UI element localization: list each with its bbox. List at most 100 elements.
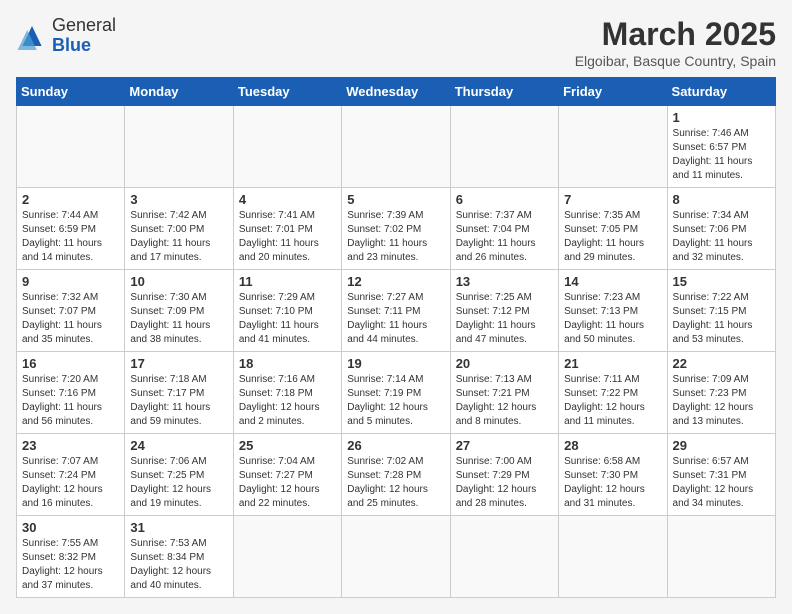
day-cell <box>342 106 450 188</box>
day-number: 14 <box>564 274 661 289</box>
day-cell <box>559 516 667 598</box>
day-info: Sunrise: 7:29 AM Sunset: 7:10 PM Dayligh… <box>239 291 336 347</box>
day-number: 30 <box>22 520 119 535</box>
day-cell: 24Sunrise: 7:06 AM Sunset: 7:25 PM Dayli… <box>125 434 233 516</box>
day-cell <box>559 106 667 188</box>
day-number: 26 <box>347 438 444 453</box>
location: Elgoibar, Basque Country, Spain <box>575 53 776 69</box>
logo-text: General Blue <box>52 16 116 56</box>
day-info: Sunrise: 7:18 AM Sunset: 7:17 PM Dayligh… <box>130 373 227 429</box>
weekday-header-row: SundayMondayTuesdayWednesdayThursdayFrid… <box>17 78 776 106</box>
weekday-header-friday: Friday <box>559 78 667 106</box>
day-number: 19 <box>347 356 444 371</box>
day-cell: 29 Sunrise: 6:57 AM Sunset: 7:31 PM Dayli… <box>667 434 775 516</box>
day-info: Sunrise: 7:20 AM Sunset: 7:16 PM Dayligh… <box>22 373 119 429</box>
day-number: 25 <box>239 438 336 453</box>
day-number: 6 <box>456 192 553 207</box>
day-cell: 26 Sunrise: 7:02 AM Sunset: 7:28 PM Dayli… <box>342 434 450 516</box>
day-number: 24 <box>130 438 227 453</box>
day-info: Sunrise: 7:41 AM Sunset: 7:01 PM Dayligh… <box>239 209 336 265</box>
day-info: Sunrise: 7:39 AM Sunset: 7:02 PM Dayligh… <box>347 209 444 265</box>
day-cell: 1Sunrise: 7:46 AM Sunset: 6:57 PM Daylig… <box>667 106 775 188</box>
day-number: 7 <box>564 192 661 207</box>
week-row-1: 1Sunrise: 7:46 AM Sunset: 6:57 PM Daylig… <box>17 106 776 188</box>
day-number: 27 <box>456 438 553 453</box>
day-number: 15 <box>673 274 770 289</box>
day-number: 21 <box>564 356 661 371</box>
day-cell <box>667 516 775 598</box>
day-info: Sunrise: 7:14 AM Sunset: 7:19 PM Dayligh… <box>347 373 444 429</box>
day-info: Sunrise: 7:09 AM Sunset: 7:23 PM Dayligh… <box>673 373 770 429</box>
day-number: 8 <box>673 192 770 207</box>
day-cell: 18 Sunrise: 7:16 AM Sunset: 7:18 PM Dayli… <box>233 352 341 434</box>
weekday-header-monday: Monday <box>125 78 233 106</box>
day-info: Sunrise: 7:07 AM Sunset: 7:24 PM Dayligh… <box>22 455 119 511</box>
day-info: Sunrise: 7:02 AM Sunset: 7:28 PM Dayligh… <box>347 455 444 511</box>
day-cell: 3 Sunrise: 7:42 AM Sunset: 7:00 PM Daylig… <box>125 188 233 270</box>
day-cell: 12 Sunrise: 7:27 AM Sunset: 7:11 PM Dayli… <box>342 270 450 352</box>
day-cell: 14 Sunrise: 7:23 AM Sunset: 7:13 PM Dayli… <box>559 270 667 352</box>
week-row-5: 23 Sunrise: 7:07 AM Sunset: 7:24 PM Dayli… <box>17 434 776 516</box>
logo-blue: Blue <box>52 35 91 55</box>
day-cell: 2 Sunrise: 7:44 AM Sunset: 6:59 PM Daylig… <box>17 188 125 270</box>
day-cell: 7 Sunrise: 7:35 AM Sunset: 7:05 PM Daylig… <box>559 188 667 270</box>
day-number: 18 <box>239 356 336 371</box>
day-info: Sunrise: 7:44 AM Sunset: 6:59 PM Dayligh… <box>22 209 119 265</box>
day-number: 22 <box>673 356 770 371</box>
day-cell: 11 Sunrise: 7:29 AM Sunset: 7:10 PM Dayli… <box>233 270 341 352</box>
day-number: 16 <box>22 356 119 371</box>
month-year: March 2025 <box>575 16 776 53</box>
day-cell: 5Sunrise: 7:39 AM Sunset: 7:02 PM Daylig… <box>342 188 450 270</box>
day-number: 1 <box>673 110 770 125</box>
week-row-3: 9Sunrise: 7:32 AM Sunset: 7:07 PM Daylig… <box>17 270 776 352</box>
day-cell: 4Sunrise: 7:41 AM Sunset: 7:01 PM Daylig… <box>233 188 341 270</box>
day-info: Sunrise: 7:53 AM Sunset: 8:34 PM Dayligh… <box>130 537 227 593</box>
day-number: 11 <box>239 274 336 289</box>
day-cell: 21Sunrise: 7:11 AM Sunset: 7:22 PM Dayli… <box>559 352 667 434</box>
day-info: Sunrise: 7:32 AM Sunset: 7:07 PM Dayligh… <box>22 291 119 347</box>
day-cell: 30Sunrise: 7:55 AM Sunset: 8:32 PM Dayli… <box>17 516 125 598</box>
day-cell <box>233 106 341 188</box>
week-row-2: 2 Sunrise: 7:44 AM Sunset: 6:59 PM Daylig… <box>17 188 776 270</box>
weekday-header-thursday: Thursday <box>450 78 558 106</box>
day-cell: 28Sunrise: 6:58 AM Sunset: 7:30 PM Dayli… <box>559 434 667 516</box>
day-number: 10 <box>130 274 227 289</box>
day-number: 3 <box>130 192 227 207</box>
day-info: Sunrise: 7:23 AM Sunset: 7:13 PM Dayligh… <box>564 291 661 347</box>
day-info: Sunrise: 7:30 AM Sunset: 7:09 PM Dayligh… <box>130 291 227 347</box>
day-cell: 27Sunrise: 7:00 AM Sunset: 7:29 PM Dayli… <box>450 434 558 516</box>
day-number: 23 <box>22 438 119 453</box>
day-number: 2 <box>22 192 119 207</box>
day-info: Sunrise: 7:16 AM Sunset: 7:18 PM Dayligh… <box>239 373 336 429</box>
day-info: Sunrise: 7:42 AM Sunset: 7:00 PM Dayligh… <box>130 209 227 265</box>
weekday-header-tuesday: Tuesday <box>233 78 341 106</box>
day-info: Sunrise: 7:34 AM Sunset: 7:06 PM Dayligh… <box>673 209 770 265</box>
weekday-header-sunday: Sunday <box>17 78 125 106</box>
day-cell <box>450 106 558 188</box>
day-number: 13 <box>456 274 553 289</box>
day-cell: 25Sunrise: 7:04 AM Sunset: 7:27 PM Dayli… <box>233 434 341 516</box>
day-cell: 15Sunrise: 7:22 AM Sunset: 7:15 PM Dayli… <box>667 270 775 352</box>
day-info: Sunrise: 7:37 AM Sunset: 7:04 PM Dayligh… <box>456 209 553 265</box>
day-number: 12 <box>347 274 444 289</box>
day-cell <box>17 106 125 188</box>
day-info: Sunrise: 6:57 AM Sunset: 7:31 PM Dayligh… <box>673 455 770 511</box>
day-info: Sunrise: 7:25 AM Sunset: 7:12 PM Dayligh… <box>456 291 553 347</box>
day-number: 20 <box>456 356 553 371</box>
day-cell: 9Sunrise: 7:32 AM Sunset: 7:07 PM Daylig… <box>17 270 125 352</box>
day-cell <box>233 516 341 598</box>
week-row-6: 30Sunrise: 7:55 AM Sunset: 8:32 PM Dayli… <box>17 516 776 598</box>
day-info: Sunrise: 7:35 AM Sunset: 7:05 PM Dayligh… <box>564 209 661 265</box>
header: General Blue March 2025 Elgoibar, Basque… <box>16 16 776 69</box>
day-info: Sunrise: 7:27 AM Sunset: 7:11 PM Dayligh… <box>347 291 444 347</box>
day-cell: 19 Sunrise: 7:14 AM Sunset: 7:19 PM Dayli… <box>342 352 450 434</box>
day-cell: 16 Sunrise: 7:20 AM Sunset: 7:16 PM Dayli… <box>17 352 125 434</box>
weekday-header-saturday: Saturday <box>667 78 775 106</box>
day-cell: 13 Sunrise: 7:25 AM Sunset: 7:12 PM Dayli… <box>450 270 558 352</box>
day-number: 29 <box>673 438 770 453</box>
day-cell: 17Sunrise: 7:18 AM Sunset: 7:17 PM Dayli… <box>125 352 233 434</box>
logo-icon <box>16 22 48 50</box>
day-number: 31 <box>130 520 227 535</box>
week-row-4: 16 Sunrise: 7:20 AM Sunset: 7:16 PM Dayli… <box>17 352 776 434</box>
logo: General Blue <box>16 16 116 56</box>
